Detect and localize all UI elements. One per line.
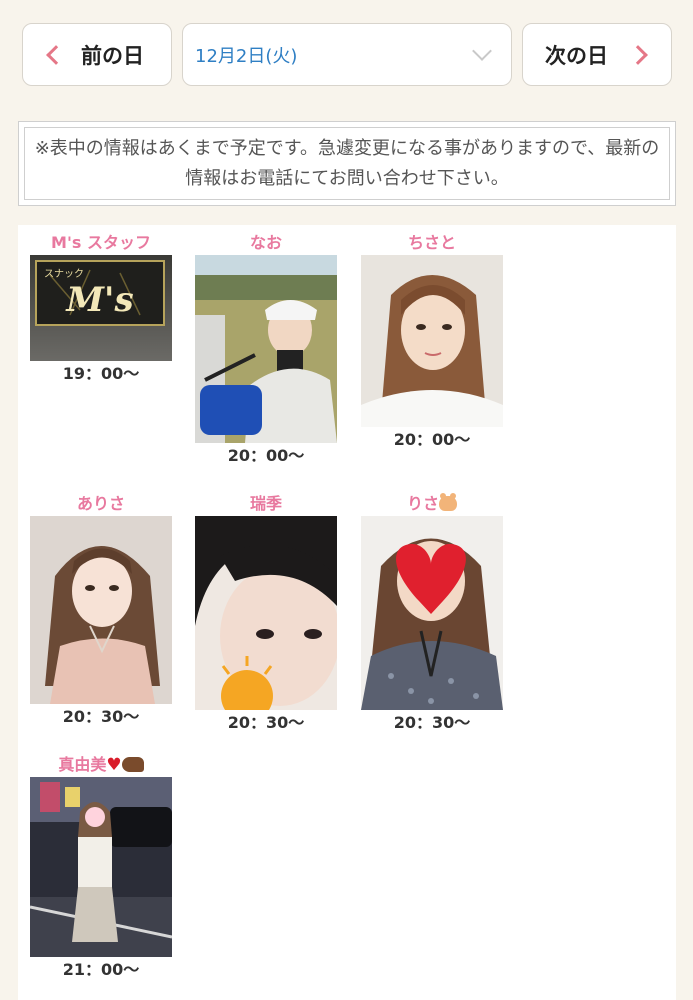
chevron-left-icon — [46, 45, 66, 65]
cast-photo[interactable] — [361, 516, 503, 710]
staff-sign-big: M's — [65, 280, 133, 320]
cast-time: 19：00〜 — [62, 364, 140, 383]
cast-name: 瑞季 — [249, 494, 282, 513]
cast-card-arisa[interactable]: ありさ 20：30〜 — [30, 492, 172, 730]
prev-day-button[interactable]: 前の日 — [22, 23, 172, 86]
cast-card-mizuki[interactable]: 瑞季 20：30〜 — [195, 492, 337, 736]
cast-time: 20：30〜 — [393, 713, 471, 732]
cast-card-mayumi[interactable]: 真由美♥ 21：00〜 — [30, 753, 172, 983]
prev-day-label: 前の日 — [81, 43, 144, 68]
hamster-emoji-icon — [439, 493, 457, 511]
cast-photo[interactable] — [195, 516, 337, 710]
cast-name: なお — [249, 233, 282, 252]
cast-time: 20：30〜 — [62, 707, 140, 726]
notice-text: ※表中の情報はあくまで予定です。急遽変更になる事がありますので、最新の情報はお電… — [24, 127, 670, 200]
cast-time: 20：00〜 — [227, 446, 305, 465]
notice-box: ※表中の情報はあくまで予定です。急遽変更になる事がありますので、最新の情報はお電… — [18, 121, 676, 206]
cast-card-chisato[interactable]: ちさと 20：00〜 — [361, 231, 503, 453]
date-select-value: 12月2日(火) — [195, 45, 298, 67]
staff-sign-small: スナック — [44, 268, 84, 280]
cast-time: 20：30〜 — [227, 713, 305, 732]
heart-emoji-icon: ♥ — [106, 755, 122, 775]
cast-photo[interactable] — [30, 777, 172, 957]
cast-name: 真由美♥ — [30, 753, 172, 777]
cast-time: 21：00〜 — [62, 960, 140, 979]
schedule-panel: M's スタッフ スナック M's 19：00〜 なお 20：00〜 ちさと 2… — [18, 225, 676, 1000]
beaver-emoji-icon — [121, 757, 144, 772]
cast-name: M's スタッフ — [51, 233, 151, 252]
cast-name: ちさと — [407, 233, 456, 252]
next-day-label: 次の日 — [545, 43, 608, 68]
chevron-down-icon — [472, 41, 492, 61]
cast-name: りさ — [361, 492, 503, 516]
chevron-right-icon — [628, 45, 648, 65]
cast-card-risa[interactable]: りさ 20：30〜 — [361, 492, 503, 736]
date-select[interactable]: 12月2日(火) — [182, 23, 512, 86]
cast-photo[interactable] — [361, 255, 503, 427]
next-day-button[interactable]: 次の日 — [522, 23, 672, 86]
cast-photo[interactable]: スナック M's — [30, 255, 172, 361]
cast-name: ありさ — [76, 494, 125, 513]
cast-card-nao[interactable]: なお 20：00〜 — [195, 231, 337, 469]
cast-time: 20：00〜 — [393, 430, 471, 449]
cast-photo[interactable] — [30, 516, 172, 704]
cast-photo[interactable] — [195, 255, 337, 443]
cast-card-staff[interactable]: M's スタッフ スナック M's 19：00〜 — [30, 231, 172, 387]
